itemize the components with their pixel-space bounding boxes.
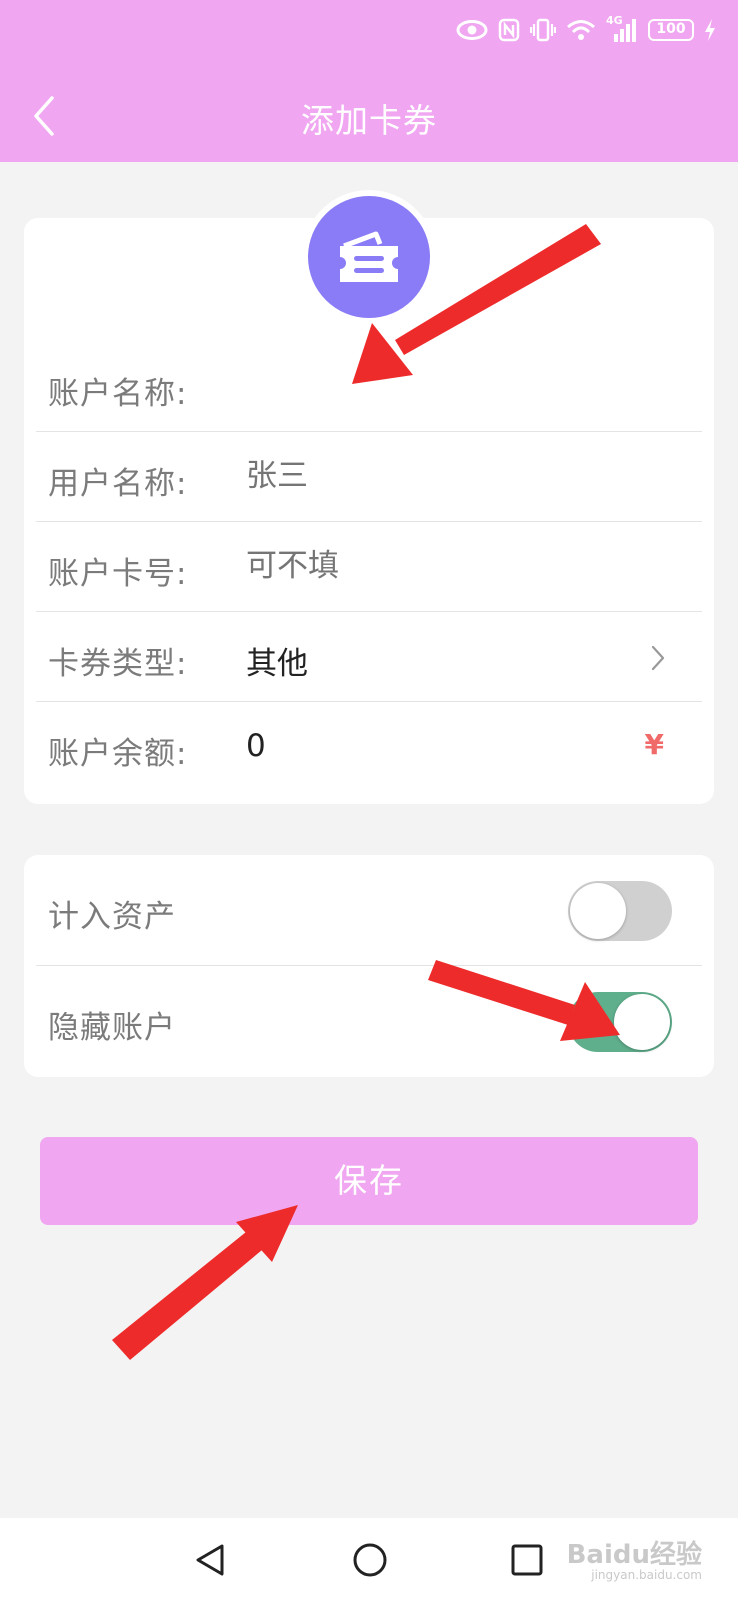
row-hide-account: 隐藏账户 bbox=[36, 966, 702, 1077]
currency-yen-icon: ¥ bbox=[644, 728, 664, 761]
settings-card: 计入资产 隐藏账户 bbox=[24, 855, 714, 1077]
save-button[interactable]: 保存 bbox=[40, 1137, 698, 1225]
eye-icon bbox=[456, 19, 488, 41]
balance-input[interactable] bbox=[246, 728, 646, 764]
user-name-input[interactable] bbox=[246, 458, 646, 494]
user-name-label: 用户名称: bbox=[48, 466, 188, 502]
card-info-form: 账户名称: 用户名称: 账户卡号: 卡券类型: 其他 账户余额: ¥ bbox=[24, 196, 714, 804]
charging-icon bbox=[704, 19, 716, 41]
recents-square-icon bbox=[511, 1544, 543, 1576]
status-icons: 4G 100 bbox=[456, 14, 716, 42]
include-assets-toggle[interactable] bbox=[568, 881, 672, 941]
row-balance: 账户余额: ¥ bbox=[36, 702, 702, 792]
card-type-label: 卡券类型: bbox=[48, 646, 188, 682]
row-user-name: 用户名称: bbox=[36, 432, 702, 522]
vibrate-icon bbox=[530, 18, 556, 42]
app-header: 添加卡券 bbox=[0, 70, 738, 162]
chevron-right-icon bbox=[651, 645, 665, 671]
ticket-icon bbox=[308, 196, 430, 318]
nav-home-button[interactable] bbox=[348, 1538, 392, 1582]
wifi-icon bbox=[566, 19, 596, 41]
toggle-knob bbox=[614, 994, 670, 1050]
card-number-label: 账户卡号: bbox=[48, 556, 188, 592]
include-assets-label: 计入资产 bbox=[48, 899, 176, 935]
back-triangle-icon bbox=[196, 1544, 224, 1576]
home-circle-icon bbox=[353, 1543, 387, 1577]
nav-recents-button[interactable] bbox=[505, 1538, 549, 1582]
signal-icon: 4G bbox=[606, 14, 638, 42]
row-account-name: 账户名称: bbox=[36, 342, 702, 432]
card-type-value: 其他 bbox=[246, 646, 308, 682]
nav-back-button[interactable] bbox=[190, 1538, 234, 1582]
arrow-to-save-button bbox=[112, 1205, 298, 1360]
baidu-watermark: Baidu经验 bbox=[566, 1540, 702, 1570]
battery-icon: 100 bbox=[648, 19, 694, 41]
baidu-watermark-url: jingyan.baidu.com bbox=[591, 1568, 702, 1582]
nfc-icon bbox=[498, 18, 520, 42]
card-number-input[interactable] bbox=[246, 548, 646, 584]
balance-label: 账户余额: bbox=[48, 736, 188, 772]
account-name-label: 账户名称: bbox=[48, 376, 188, 412]
hide-account-label: 隐藏账户 bbox=[48, 1010, 176, 1046]
account-name-input[interactable] bbox=[246, 368, 646, 404]
row-include-assets: 计入资产 bbox=[36, 855, 702, 966]
status-bar: 4G 100 bbox=[0, 0, 738, 70]
hide-account-toggle[interactable] bbox=[568, 992, 672, 1052]
row-card-number: 账户卡号: bbox=[36, 522, 702, 612]
system-nav-bar: Baidu经验 jingyan.baidu.com bbox=[0, 1518, 738, 1600]
toggle-knob bbox=[570, 883, 626, 939]
page-title: 添加卡券 bbox=[301, 101, 437, 140]
card-type-selector[interactable]: 卡券类型: 其他 bbox=[36, 612, 702, 702]
